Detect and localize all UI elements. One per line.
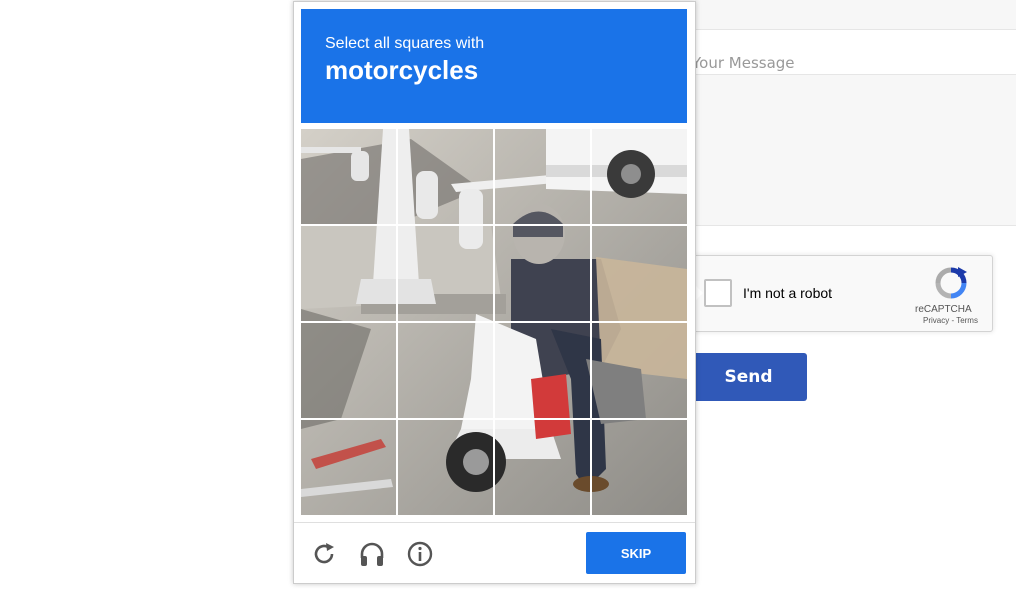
grid-tile[interactable]: [495, 323, 590, 418]
form-field-top[interactable]: [695, 0, 1016, 30]
grid-tile[interactable]: [301, 129, 396, 224]
grid-tile[interactable]: [592, 226, 687, 321]
message-label: Your Message: [692, 54, 795, 72]
footer-divider: [294, 522, 695, 523]
not-robot-checkbox[interactable]: [704, 279, 732, 307]
recaptcha-links[interactable]: Privacy - Terms: [923, 316, 978, 325]
challenge-target: motorcycles: [325, 55, 479, 85]
message-textarea[interactable]: [695, 74, 1016, 226]
not-robot-label: I'm not a robot: [743, 285, 833, 301]
grid-tile[interactable]: [301, 323, 396, 418]
recaptcha-widget: I'm not a robot reCAPTCHA Privacy - Term…: [686, 255, 993, 332]
grid-tile[interactable]: [495, 226, 590, 321]
grid-tile[interactable]: [398, 323, 493, 418]
info-icon[interactable]: [405, 539, 435, 569]
grid-tile[interactable]: [398, 226, 493, 321]
skip-button[interactable]: SKIP: [586, 532, 686, 574]
grid-tile[interactable]: [495, 420, 590, 515]
challenge-image-grid: [301, 129, 687, 515]
reload-icon[interactable]: [309, 539, 339, 569]
grid-tile[interactable]: [398, 129, 493, 224]
audio-headphones-icon[interactable]: [357, 539, 387, 569]
grid-tile[interactable]: [592, 323, 687, 418]
send-button[interactable]: Send: [690, 353, 807, 401]
grid-tile[interactable]: [592, 420, 687, 515]
challenge-header: Select all squares with motorcycles: [301, 9, 687, 123]
grid-tile[interactable]: [301, 420, 396, 515]
recaptcha-brand-text: reCAPTCHA: [915, 304, 972, 315]
grid-tile[interactable]: [398, 420, 493, 515]
grid-tile[interactable]: [495, 129, 590, 224]
grid-tile[interactable]: [592, 129, 687, 224]
recaptcha-challenge-dialog: Select all squares with motorcycles SKIP: [293, 1, 696, 584]
challenge-instruction: Select all squares with: [325, 35, 485, 52]
grid-tile[interactable]: [301, 226, 396, 321]
recaptcha-logo-icon: [935, 267, 967, 299]
